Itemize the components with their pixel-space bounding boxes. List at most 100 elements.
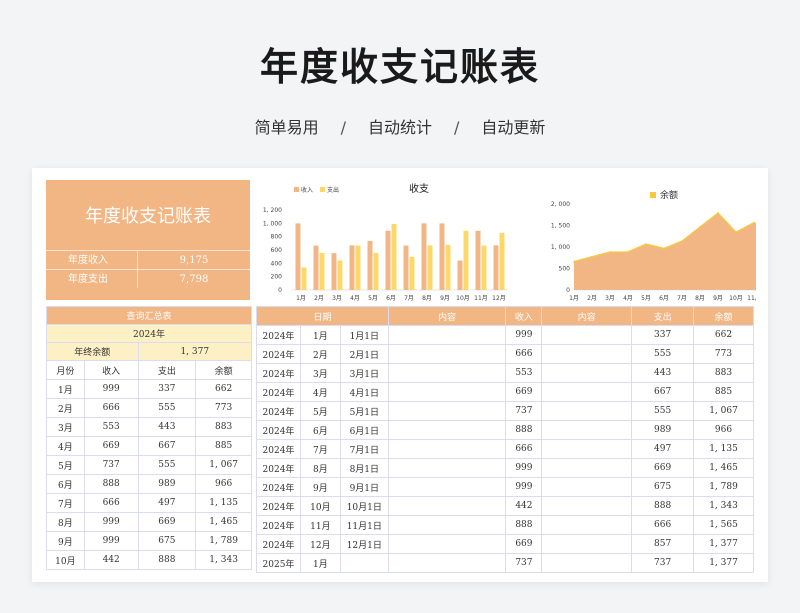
cell-year[interactable]: 2024年 bbox=[256, 420, 301, 440]
cell-year[interactable]: 2024年 bbox=[256, 439, 301, 459]
cell-income[interactable]: 999 bbox=[505, 458, 543, 478]
cell-income[interactable]: 666 bbox=[83, 398, 139, 418]
cell-income[interactable]: 888 bbox=[505, 420, 543, 440]
cell-year[interactable]: 2024年 bbox=[256, 363, 301, 383]
cell-income-content[interactable] bbox=[387, 325, 507, 345]
cell-income[interactable]: 442 bbox=[505, 496, 543, 516]
cell-expense-content[interactable] bbox=[541, 344, 633, 364]
cell-expense[interactable]: 888 bbox=[631, 496, 695, 516]
cell-income[interactable]: 999 bbox=[83, 531, 139, 551]
cell-income-content[interactable] bbox=[387, 420, 507, 440]
cell-expense[interactable]: 337 bbox=[137, 379, 197, 399]
cell-month[interactable]: 6月 bbox=[46, 474, 85, 494]
cell-day[interactable] bbox=[339, 553, 389, 573]
cell-month[interactable]: 7月 bbox=[46, 493, 85, 513]
cell-expense-content[interactable] bbox=[541, 401, 633, 421]
cell-balance[interactable]: 1, 377 bbox=[693, 534, 754, 554]
selected-year[interactable]: 2024年 bbox=[46, 324, 252, 343]
cell-expense-content[interactable] bbox=[541, 382, 633, 402]
cell-expense[interactable]: 555 bbox=[137, 455, 197, 475]
cell-month[interactable]: 11月 bbox=[299, 515, 341, 535]
cell-balance[interactable]: 883 bbox=[195, 417, 252, 437]
cell-expense-content[interactable] bbox=[541, 325, 633, 345]
cell-day[interactable]: 3月1日 bbox=[339, 363, 389, 383]
cell-month[interactable]: 8月 bbox=[299, 458, 341, 478]
cell-income-content[interactable] bbox=[387, 439, 507, 459]
cell-month[interactable]: 5月 bbox=[299, 401, 341, 421]
cell-balance[interactable]: 1, 135 bbox=[693, 439, 754, 459]
cell-month[interactable]: 3月 bbox=[46, 417, 85, 437]
cell-income[interactable]: 999 bbox=[505, 477, 543, 497]
cell-income-content[interactable] bbox=[387, 515, 507, 535]
cell-year[interactable]: 2024年 bbox=[256, 496, 301, 516]
cell-expense[interactable]: 989 bbox=[631, 420, 695, 440]
cell-month[interactable]: 2月 bbox=[46, 398, 85, 418]
cell-balance[interactable]: 1, 135 bbox=[195, 493, 252, 513]
cell-expense[interactable]: 443 bbox=[137, 417, 197, 437]
cell-expense-content[interactable] bbox=[541, 458, 633, 478]
cell-expense[interactable]: 857 bbox=[631, 534, 695, 554]
cell-income[interactable]: 999 bbox=[83, 379, 139, 399]
cell-month[interactable]: 5月 bbox=[46, 455, 85, 475]
cell-balance[interactable]: 1, 067 bbox=[693, 401, 754, 421]
cell-balance[interactable]: 662 bbox=[693, 325, 754, 345]
cell-balance[interactable]: 662 bbox=[195, 379, 252, 399]
cell-year[interactable]: 2024年 bbox=[256, 477, 301, 497]
cell-day[interactable]: 10月1日 bbox=[339, 496, 389, 516]
cell-expense[interactable]: 888 bbox=[137, 550, 197, 570]
cell-day[interactable]: 6月1日 bbox=[339, 420, 389, 440]
cell-month[interactable]: 1月 bbox=[46, 379, 85, 399]
cell-day[interactable]: 7月1日 bbox=[339, 439, 389, 459]
cell-month[interactable]: 1月 bbox=[299, 553, 341, 573]
cell-expense-content[interactable] bbox=[541, 496, 633, 516]
cell-expense-content[interactable] bbox=[541, 420, 633, 440]
cell-balance[interactable]: 1, 465 bbox=[693, 458, 754, 478]
cell-year[interactable]: 2024年 bbox=[256, 534, 301, 554]
cell-income-content[interactable] bbox=[387, 553, 507, 573]
cell-income-content[interactable] bbox=[387, 382, 507, 402]
cell-expense[interactable]: 667 bbox=[631, 382, 695, 402]
cell-income-content[interactable] bbox=[387, 534, 507, 554]
cell-balance[interactable]: 966 bbox=[693, 420, 754, 440]
cell-year[interactable]: 2025年 bbox=[256, 553, 301, 573]
cell-income[interactable]: 669 bbox=[83, 436, 139, 456]
cell-income[interactable]: 999 bbox=[505, 325, 543, 345]
cell-balance[interactable]: 1, 789 bbox=[693, 477, 754, 497]
cell-balance[interactable]: 1, 565 bbox=[693, 515, 754, 535]
cell-day[interactable]: 8月1日 bbox=[339, 458, 389, 478]
cell-day[interactable]: 1月1日 bbox=[339, 325, 389, 345]
cell-expense[interactable]: 669 bbox=[631, 458, 695, 478]
cell-income-content[interactable] bbox=[387, 496, 507, 516]
cell-balance[interactable]: 885 bbox=[693, 382, 754, 402]
cell-month[interactable]: 10月 bbox=[299, 496, 341, 516]
cell-expense-content[interactable] bbox=[541, 553, 633, 573]
cell-day[interactable]: 9月1日 bbox=[339, 477, 389, 497]
cell-income[interactable]: 669 bbox=[505, 534, 543, 554]
cell-expense-content[interactable] bbox=[541, 534, 633, 554]
cell-income-content[interactable] bbox=[387, 477, 507, 497]
cell-year[interactable]: 2024年 bbox=[256, 325, 301, 345]
cell-income[interactable]: 737 bbox=[505, 401, 543, 421]
cell-year[interactable]: 2024年 bbox=[256, 382, 301, 402]
cell-balance[interactable]: 1, 465 bbox=[195, 512, 252, 532]
cell-expense[interactable]: 443 bbox=[631, 363, 695, 383]
cell-expense[interactable]: 555 bbox=[631, 344, 695, 364]
cell-income-content[interactable] bbox=[387, 458, 507, 478]
cell-expense[interactable]: 555 bbox=[137, 398, 197, 418]
cell-balance[interactable]: 1, 343 bbox=[195, 550, 252, 570]
cell-income-content[interactable] bbox=[387, 363, 507, 383]
cell-expense[interactable]: 337 bbox=[631, 325, 695, 345]
cell-month[interactable]: 7月 bbox=[299, 439, 341, 459]
cell-income[interactable]: 666 bbox=[505, 439, 543, 459]
cell-month[interactable]: 4月 bbox=[299, 382, 341, 402]
cell-expense[interactable]: 666 bbox=[631, 515, 695, 535]
cell-balance[interactable]: 1, 343 bbox=[693, 496, 754, 516]
cell-income-content[interactable] bbox=[387, 401, 507, 421]
cell-income[interactable]: 888 bbox=[505, 515, 543, 535]
cell-balance[interactable]: 1, 377 bbox=[693, 553, 754, 573]
cell-month[interactable]: 9月 bbox=[299, 477, 341, 497]
cell-year[interactable]: 2024年 bbox=[256, 458, 301, 478]
cell-month[interactable]: 2月 bbox=[299, 344, 341, 364]
cell-income[interactable]: 737 bbox=[83, 455, 139, 475]
cell-expense-content[interactable] bbox=[541, 477, 633, 497]
